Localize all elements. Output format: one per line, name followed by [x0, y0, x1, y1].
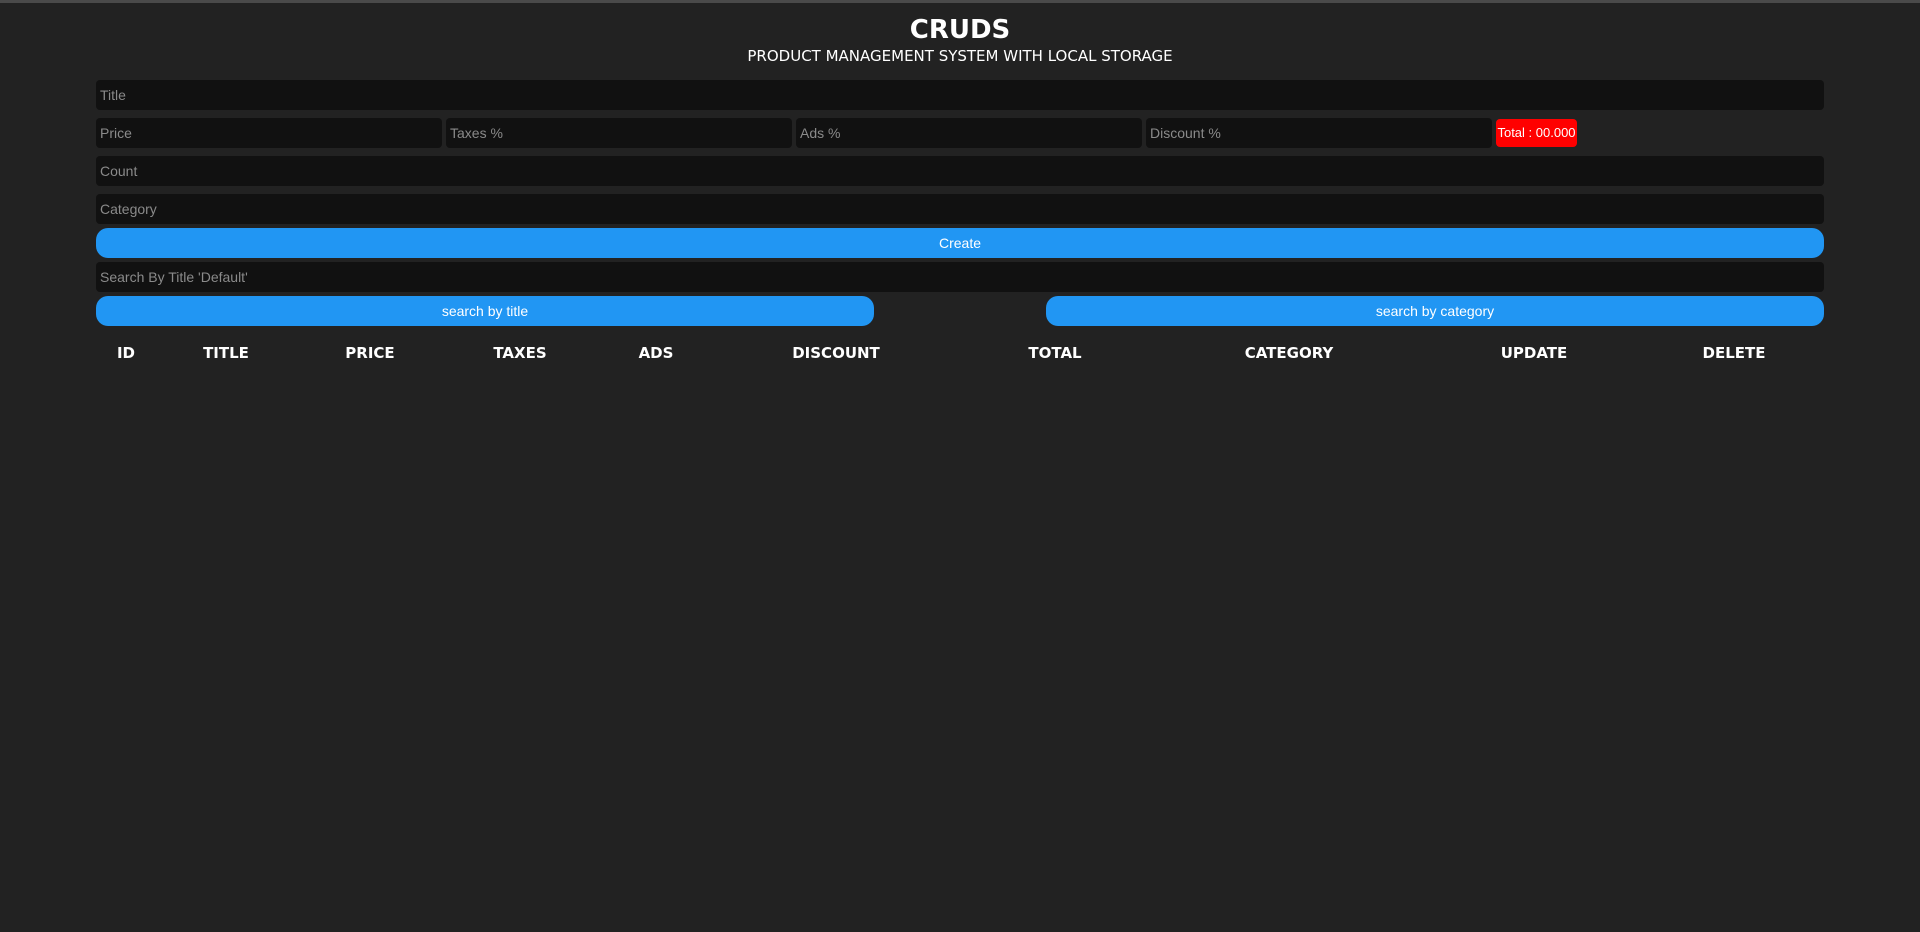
column-header-price: PRICE [345, 344, 395, 362]
search-input[interactable] [96, 262, 1824, 292]
column-header-id: ID [116, 344, 136, 362]
column-header-ads: ADS [638, 344, 674, 362]
total-badge: Total : 00.000 [1496, 119, 1577, 147]
create-button[interactable]: Create [96, 228, 1824, 258]
column-header-category: CATEGORY [1244, 344, 1334, 362]
table-header-row: ID TITLE PRICE TAXES ADS DISCOUNT TOTAL … [96, 334, 1824, 372]
column-header-taxes: TAXES [493, 344, 547, 362]
column-header-discount: DISCOUNT [792, 344, 880, 362]
column-header-update: UPDATE [1500, 344, 1568, 362]
products-table: ID TITLE PRICE TAXES ADS DISCOUNT TOTAL … [96, 334, 1824, 372]
title-input[interactable] [96, 80, 1824, 110]
app-container: CRUDS PRODUCT MANAGEMENT SYSTEM WITH LOC… [96, 0, 1824, 362]
price-row: Total : 00.000 [96, 118, 1824, 148]
search-by-category-button[interactable]: search by category [1046, 296, 1824, 326]
page-title: CRUDS [909, 15, 1011, 45]
column-header-total: TOTAL [1028, 344, 1082, 362]
page-subtitle: PRODUCT MANAGEMENT SYSTEM WITH LOCAL STO… [747, 47, 1173, 65]
price-input[interactable] [96, 118, 442, 148]
search-by-title-button[interactable]: search by title [96, 296, 874, 326]
page-header: CRUDS PRODUCT MANAGEMENT SYSTEM WITH LOC… [96, 0, 1824, 66]
column-header-delete: DELETE [1702, 344, 1766, 362]
taxes-input[interactable] [446, 118, 792, 148]
discount-input[interactable] [1146, 118, 1492, 148]
ads-input[interactable] [796, 118, 1142, 148]
column-header-title: TITLE [203, 344, 249, 362]
category-input[interactable] [96, 194, 1824, 224]
count-input[interactable] [96, 156, 1824, 186]
